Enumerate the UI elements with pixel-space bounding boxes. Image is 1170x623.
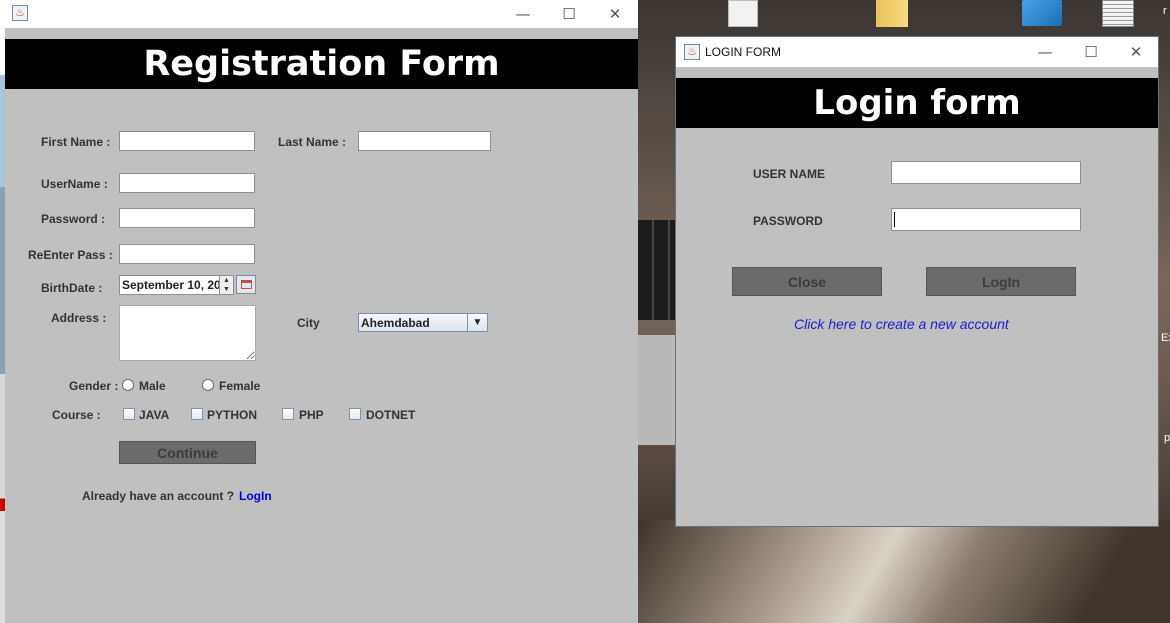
birthdate-label: BirthDate : [41, 281, 103, 295]
maximize-button[interactable]: ☐ [546, 0, 592, 28]
login-titlebar[interactable]: ♨ LOGIN FORM — ☐ ✕ [676, 37, 1158, 67]
reenter-password-field[interactable] [119, 244, 255, 264]
create-account-link[interactable]: Click here to create a new account [794, 316, 1009, 332]
password-label: Password : [41, 212, 106, 226]
date-spinner[interactable]: ▲ ▼ [219, 275, 234, 295]
java-cup-icon: ♨ [12, 5, 28, 21]
login-button[interactable]: LogIn [926, 267, 1076, 296]
first-name-label: First Name : [41, 135, 111, 149]
last-name-label: Last Name : [278, 135, 347, 149]
window-title: LOGIN FORM [705, 45, 782, 59]
city-label: City [297, 316, 320, 330]
first-name-field[interactable] [119, 131, 255, 151]
registration-window: ♨ — ☐ ✕ Registration Form First Name : L… [5, 0, 638, 623]
address-label: Address : [51, 311, 107, 325]
login-window: ♨ LOGIN FORM — ☐ ✕ Login form USER NAME … [675, 36, 1159, 527]
gender-male-label[interactable]: Male [139, 379, 166, 393]
minimize-button[interactable]: — [500, 0, 546, 28]
text-caret [894, 212, 895, 227]
close-button[interactable]: ✕ [592, 0, 638, 28]
close-login-button[interactable]: Close [732, 267, 882, 296]
login-link[interactable]: LogIn [239, 489, 272, 503]
maximize-button[interactable]: ☐ [1068, 38, 1114, 66]
calendar-button[interactable] [236, 275, 256, 294]
course-python-checkbox[interactable] [191, 408, 203, 420]
login-password-field[interactable] [891, 208, 1081, 231]
city-dropdown[interactable]: Ahemdabad ▼ [358, 313, 488, 332]
course-dotnet-checkbox[interactable] [349, 408, 361, 420]
username-label: USER NAME [753, 167, 826, 181]
book-photo [638, 520, 1170, 623]
gender-female-label[interactable]: Female [219, 379, 260, 393]
login-username-field[interactable] [891, 161, 1081, 184]
spinner-down-icon[interactable]: ▼ [220, 285, 233, 294]
reenter-password-label: ReEnter Pass : [28, 248, 113, 262]
this-pc-icon[interactable] [1022, 0, 1062, 26]
document-icon[interactable] [728, 0, 758, 27]
address-field[interactable] [119, 305, 256, 361]
folder-icon[interactable] [876, 0, 908, 27]
minimize-button[interactable]: — [1022, 38, 1068, 66]
last-name-field[interactable] [358, 131, 491, 151]
spinner-up-icon[interactable]: ▲ [220, 276, 233, 285]
gender-female-radio[interactable] [202, 379, 214, 391]
city-selected-value: Ahemdabad [361, 316, 430, 330]
course-php-label[interactable]: PHP [299, 408, 324, 422]
desktop-label-partial: Ex [1161, 332, 1170, 344]
password-label: PASSWORD [753, 214, 823, 228]
desktop-label-partial: r [1163, 5, 1167, 17]
notepad-icon[interactable] [1102, 0, 1134, 27]
laptop-photo [638, 335, 678, 445]
course-dotnet-label[interactable]: DOTNET [366, 408, 415, 422]
calendar-icon [241, 280, 252, 289]
course-java-label[interactable]: JAVA [139, 408, 169, 422]
chevron-down-icon[interactable]: ▼ [467, 314, 487, 331]
gender-male-radio[interactable] [122, 379, 134, 391]
page-title: Registration Form [5, 39, 638, 89]
birthdate-field[interactable]: September 10, 2019 [119, 275, 234, 295]
close-button[interactable]: ✕ [1113, 38, 1159, 66]
java-cup-icon: ♨ [684, 44, 700, 60]
gender-label: Gender : [69, 379, 119, 393]
login-title: Login form [676, 78, 1158, 128]
desktop-label-partial: p [1164, 432, 1170, 444]
keyboard-photo [638, 220, 678, 320]
course-java-checkbox[interactable] [123, 408, 135, 420]
course-label: Course : [52, 408, 101, 422]
username-field[interactable] [119, 173, 255, 193]
continue-button[interactable]: Continue [119, 441, 256, 464]
course-php-checkbox[interactable] [282, 408, 294, 420]
have-account-text: Already have an account ? [82, 489, 235, 503]
course-python-label[interactable]: PYTHON [207, 408, 257, 422]
username-label: UserName : [41, 177, 108, 191]
registration-titlebar[interactable]: ♨ — ☐ ✕ [5, 0, 638, 28]
password-field[interactable] [119, 208, 255, 228]
